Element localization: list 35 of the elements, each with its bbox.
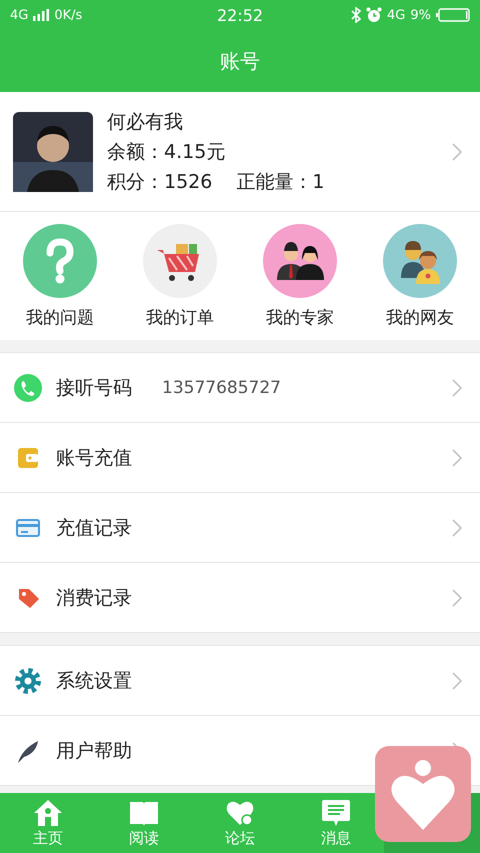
page-title: 账号 — [220, 48, 260, 74]
bluetooth-icon — [351, 7, 361, 23]
message-icon — [321, 798, 351, 828]
battery-icon — [436, 8, 470, 22]
network-speed: 0K/s — [54, 8, 82, 22]
points-text: 积分：1526 — [107, 170, 212, 194]
settings-icon — [13, 666, 43, 696]
balance-text: 余额：4.15元 — [107, 140, 226, 164]
shortcut-item[interactable]: 我的订单 — [125, 224, 235, 328]
battery-level: 9% — [410, 8, 431, 22]
phone-number: 13577685727 — [162, 378, 281, 398]
network-type: 4G — [387, 8, 406, 22]
user-name: 何必有我 — [107, 110, 184, 134]
people-icon — [263, 224, 337, 298]
energy-text: 正能量：1 — [236, 170, 324, 194]
alarm-icon — [366, 7, 382, 23]
clock: 22:52 — [216, 6, 264, 24]
chevron-icon — [452, 518, 462, 536]
home-icon — [33, 798, 63, 828]
friends-icon — [383, 224, 457, 298]
chevron-icon — [452, 672, 462, 690]
signal-icon — [33, 9, 50, 21]
network-type: 4G — [10, 8, 28, 22]
question-icon — [23, 224, 97, 298]
shortcut-item[interactable]: 我的专家 — [245, 224, 355, 328]
shortcut-item[interactable]: 我的问题 — [5, 224, 115, 328]
phone-icon — [13, 372, 43, 402]
chevron-icon — [452, 142, 462, 160]
chevron-icon — [452, 448, 462, 466]
chevron-icon — [452, 378, 462, 396]
floating-assist-menu[interactable] — [375, 746, 471, 842]
profile-card[interactable]: 何必有我 余额：4.15元 积分：1526 正能量：1 — [0, 92, 480, 212]
shortcut-item[interactable]: 我的网友 — [365, 224, 475, 328]
chevron-icon — [452, 588, 462, 606]
shopping-cart-icon — [143, 224, 217, 298]
